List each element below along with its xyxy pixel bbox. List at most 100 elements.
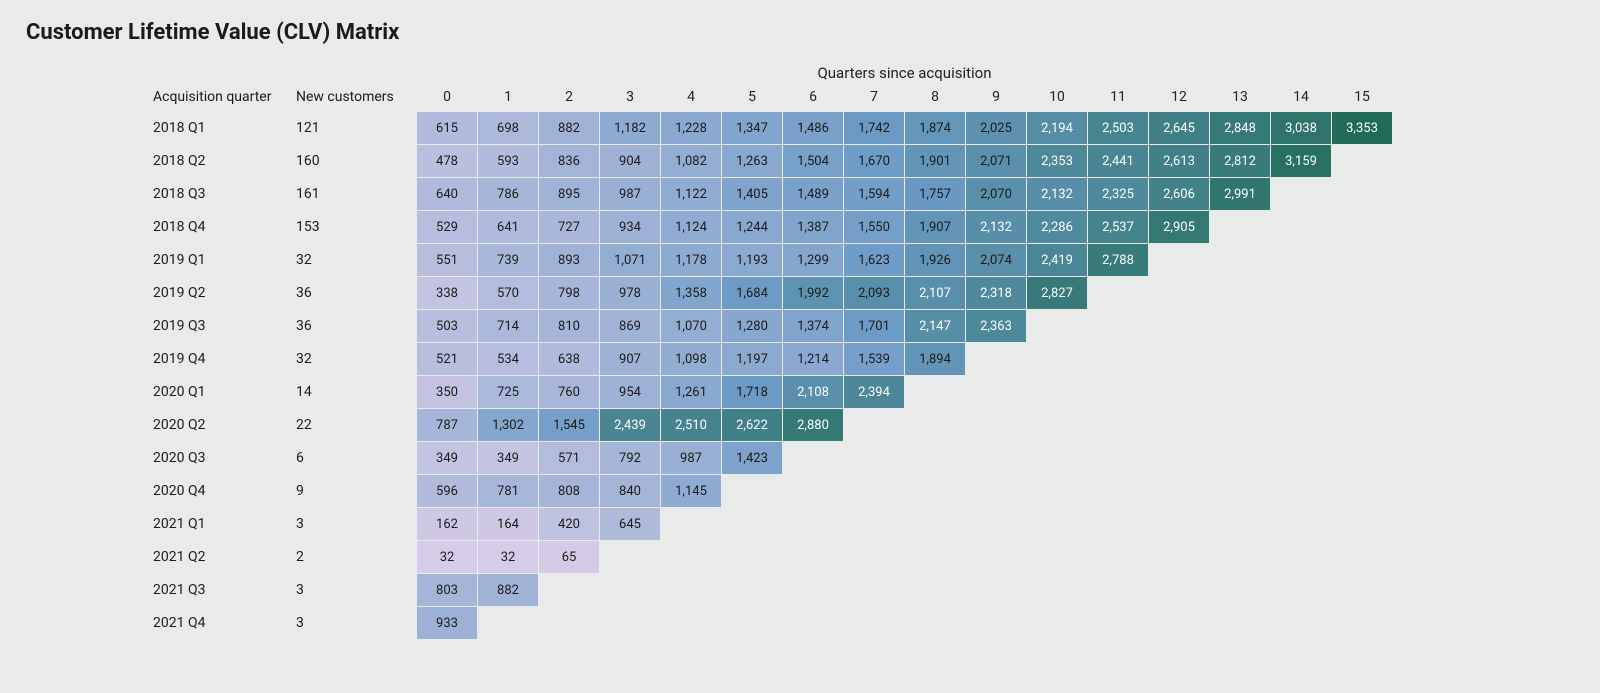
new-customers-header: New customers (296, 83, 416, 111)
clv-cell (1210, 607, 1270, 639)
clv-cell (1210, 343, 1270, 375)
clv-cell: 2,880 (783, 409, 843, 441)
acquisition-quarter: 2020 Q2 (153, 409, 295, 441)
clv-cell (661, 508, 721, 540)
clv-cell: 2,905 (1149, 211, 1209, 243)
clv-cell: 907 (600, 343, 660, 375)
new-customers: 2 (296, 541, 416, 573)
clv-cell: 1,347 (722, 112, 782, 144)
clv-cell: 32 (417, 541, 477, 573)
table-row: 2020 Q363493495717929871,423 (153, 442, 1392, 474)
clv-cell (1210, 277, 1270, 309)
clv-cell (1088, 508, 1148, 540)
clv-cell: 349 (417, 442, 477, 474)
new-customers: 153 (296, 211, 416, 243)
clv-cell (1332, 145, 1392, 177)
clv-cell (600, 541, 660, 573)
clv-cell (905, 574, 965, 606)
clv-cell: 2,622 (722, 409, 782, 441)
clv-cell (1271, 475, 1331, 507)
col-head: 14 (1271, 83, 1331, 111)
clv-cell (1149, 244, 1209, 276)
clv-cell (1332, 277, 1392, 309)
clv-cell: 2,848 (1210, 112, 1270, 144)
clv-cell: 1,145 (661, 475, 721, 507)
col-head: 0 (417, 83, 477, 111)
clv-cell (966, 343, 1026, 375)
clv-cell (1271, 442, 1331, 474)
clv-cell (1210, 211, 1270, 243)
clv-cell: 350 (417, 376, 477, 408)
col-head: 5 (722, 83, 782, 111)
clv-cell (1027, 475, 1087, 507)
clv-cell: 792 (600, 442, 660, 474)
clv-cell: 1,594 (844, 178, 904, 210)
clv-cell: 2,812 (1210, 145, 1270, 177)
clv-cell: 2,645 (1149, 112, 1209, 144)
clv-cell: 1,926 (905, 244, 965, 276)
table-row: 2021 Q43933 (153, 607, 1392, 639)
clv-cell: 882 (539, 112, 599, 144)
clv-cell: 803 (417, 574, 477, 606)
clv-cell (1271, 508, 1331, 540)
clv-cell: 2,363 (966, 310, 1026, 342)
clv-cell (966, 442, 1026, 474)
clv-cell (905, 607, 965, 639)
col-head: 13 (1210, 83, 1270, 111)
clv-cell (1271, 541, 1331, 573)
clv-cell (1271, 310, 1331, 342)
clv-cell: 2,394 (844, 376, 904, 408)
clv-cell (1149, 277, 1209, 309)
new-customers: 161 (296, 178, 416, 210)
clv-cell: 810 (539, 310, 599, 342)
clv-cell (844, 541, 904, 573)
new-customers: 9 (296, 475, 416, 507)
acquisition-quarter: 2020 Q1 (153, 376, 295, 408)
table-row: 2020 Q1143507257609541,2611,7182,1082,39… (153, 376, 1392, 408)
clv-cell (600, 607, 660, 639)
clv-cell (905, 475, 965, 507)
clv-cell: 2,991 (1210, 178, 1270, 210)
clv-cell: 1,082 (661, 145, 721, 177)
clv-cell (1088, 541, 1148, 573)
clv-cell: 954 (600, 376, 660, 408)
clv-cell: 1,302 (478, 409, 538, 441)
clv-cell: 2,107 (905, 277, 965, 309)
clv-cell: 1,071 (600, 244, 660, 276)
clv-cell: 593 (478, 145, 538, 177)
clv-cell (1332, 442, 1392, 474)
clv-cell: 2,071 (966, 145, 1026, 177)
col-head: 1 (478, 83, 538, 111)
clv-cell (1210, 310, 1270, 342)
clv-cell (844, 442, 904, 474)
clv-cell (1149, 508, 1209, 540)
clv-cell: 2,132 (966, 211, 1026, 243)
clv-cell (1027, 310, 1087, 342)
clv-cell: 904 (600, 145, 660, 177)
clv-cell (1149, 475, 1209, 507)
clv-cell (1027, 508, 1087, 540)
clv-cell (1088, 574, 1148, 606)
acquisition-quarter: 2020 Q3 (153, 442, 295, 474)
clv-cell: 1,358 (661, 277, 721, 309)
clv-cell (1027, 607, 1087, 639)
clv-cell: 987 (600, 178, 660, 210)
clv-cell: 1,214 (783, 343, 843, 375)
clv-cell (1332, 310, 1392, 342)
clv-cell: 786 (478, 178, 538, 210)
clv-cell (966, 574, 1026, 606)
clv-cell (783, 574, 843, 606)
acquisition-quarter: 2021 Q3 (153, 574, 295, 606)
new-customers: 3 (296, 607, 416, 639)
clv-cell: 641 (478, 211, 538, 243)
table-row: 2019 Q3365037148108691,0701,2801,3741,70… (153, 310, 1392, 342)
clv-cell: 808 (539, 475, 599, 507)
clv-cell (905, 508, 965, 540)
clv-cell: 1,874 (905, 112, 965, 144)
col-head: 8 (905, 83, 965, 111)
acquisition-quarter: 2019 Q3 (153, 310, 295, 342)
clv-cell (1088, 343, 1148, 375)
clv-cell: 2,194 (1027, 112, 1087, 144)
acquisition-quarter: 2021 Q2 (153, 541, 295, 573)
clv-cell (1271, 277, 1331, 309)
